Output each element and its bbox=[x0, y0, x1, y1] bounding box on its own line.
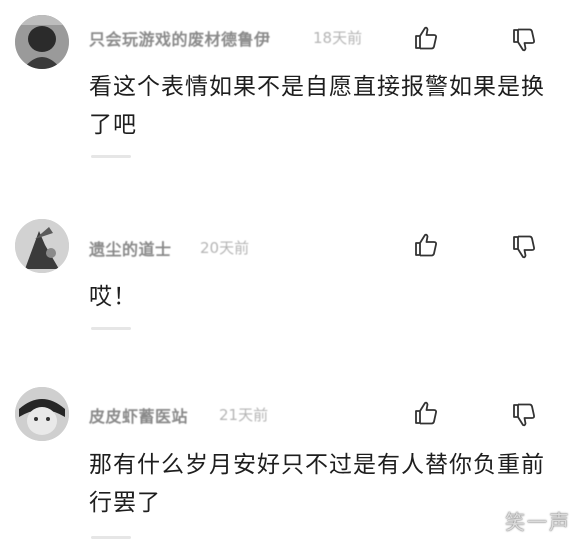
thumbs-up-icon bbox=[415, 26, 437, 50]
like-button[interactable] bbox=[413, 400, 439, 426]
comment-text: 看这个表情如果不是自愿直接报警如果是换了吧 bbox=[89, 74, 545, 138]
avatar-image bbox=[15, 387, 69, 441]
avatar[interactable] bbox=[15, 387, 69, 441]
username[interactable]: 遗尘的道士 bbox=[89, 236, 172, 260]
reply-divider bbox=[91, 327, 131, 330]
timestamp: 21天前 bbox=[219, 406, 269, 424]
thumbs-up-icon bbox=[415, 233, 437, 257]
dislike-button[interactable] bbox=[511, 234, 537, 260]
avatar-image bbox=[15, 15, 69, 69]
thumbs-up-icon bbox=[415, 401, 437, 425]
thumbs-down-icon bbox=[513, 28, 535, 52]
timestamp: 18天前 bbox=[313, 29, 363, 47]
thumbs-down-icon bbox=[513, 235, 535, 259]
watermark: 笑一声 bbox=[505, 510, 571, 534]
timestamp: 20天前 bbox=[200, 239, 250, 257]
comment-text: 哎！ bbox=[89, 284, 137, 310]
comment-list: 只会玩游戏的废材德鲁伊 18天前 看这个表情如果不是自愿直接报警如果是换了吧 遗… bbox=[0, 0, 583, 543]
comment-text: 那有什么岁月安好只不过是有人替你负重前行罢了 bbox=[89, 452, 545, 516]
thumbs-down-icon bbox=[513, 403, 535, 427]
avatar[interactable] bbox=[15, 219, 69, 273]
reply-divider bbox=[91, 155, 131, 158]
username[interactable]: 皮皮虾蓄医站 bbox=[89, 403, 188, 427]
like-button[interactable] bbox=[413, 25, 439, 51]
dislike-button[interactable] bbox=[511, 27, 537, 53]
like-button[interactable] bbox=[413, 232, 439, 258]
reply-divider bbox=[91, 536, 131, 539]
avatar-image bbox=[15, 219, 69, 273]
username[interactable]: 只会玩游戏的废材德鲁伊 bbox=[89, 26, 271, 50]
dislike-button[interactable] bbox=[511, 402, 537, 428]
avatar[interactable] bbox=[15, 15, 69, 69]
